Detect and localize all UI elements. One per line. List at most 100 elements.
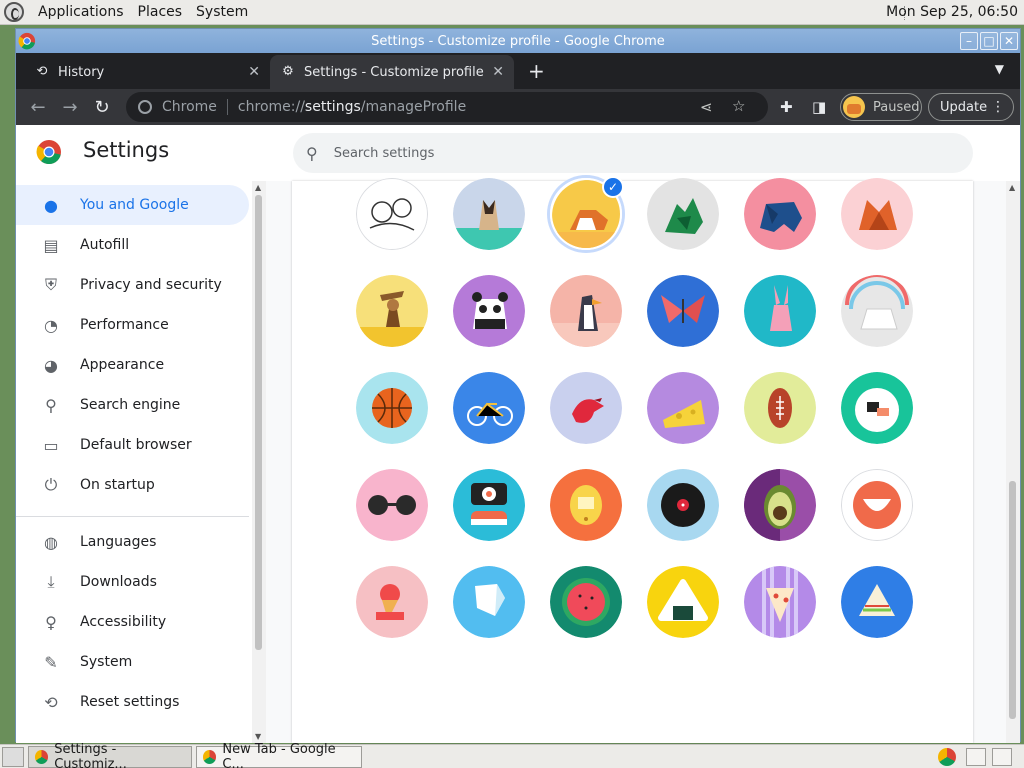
profile-paused-button[interactable]: Paused [840,93,922,121]
clock[interactable]: Mon Sep 25, 06:50 [886,4,1018,20]
scrollbar-thumb[interactable] [1009,481,1016,719]
show-desktop-button[interactable] [2,746,24,767]
sidebar-item-default-browser[interactable]: ▭ Default browser [16,425,249,465]
avatar-option-pizza[interactable] [744,566,816,638]
side-panel-icon[interactable]: ◨ [812,98,826,116]
avatar-option-panda[interactable] [453,275,525,347]
watermelon-icon [550,566,622,638]
avatar-option-smile[interactable] [841,469,913,541]
avatar-option-ice-cream[interactable] [356,566,428,638]
sidebar-item-label: Appearance [80,357,165,373]
sidebar-scrollbar[interactable]: ▲ ▼ [252,181,266,743]
maximize-button[interactable]: □ [980,32,998,50]
sidebar-item-you-and-google[interactable]: ● You and Google [16,185,249,225]
extensions-puzzle-icon[interactable]: ✚ [780,98,793,116]
avatar-option-monkey[interactable] [356,275,428,347]
close-window-button[interactable]: ✕ [1000,32,1018,50]
avatar-option-vinyl[interactable] [647,469,719,541]
bookmark-star-icon[interactable]: ☆ [732,97,745,115]
avatar-option-cheese[interactable] [647,372,719,444]
elephant-icon [744,178,816,250]
avatar-option-note[interactable] [453,566,525,638]
reset-icon: ⟲ [44,692,58,712]
forward-button[interactable]: → [54,97,86,118]
reload-button[interactable]: ↻ [86,97,118,118]
avatar-option-sushi[interactable] [453,469,525,541]
address-bar[interactable]: Chrome chrome://settings/manageProfile ⋖… [126,92,768,122]
sidebar-item-label: Downloads [80,574,157,590]
avatar-option-tamagotchi[interactable] [550,469,622,541]
workspace-1[interactable] [966,748,986,766]
avatar-option-fox[interactable] [841,178,913,250]
avatar-option-sketch[interactable] [356,178,428,250]
window-titlebar[interactable]: Settings - Customize profile - Google Ch… [16,29,1020,53]
close-tab-icon[interactable]: ✕ [248,64,260,80]
places-menu[interactable]: Places [138,4,183,20]
football-icon [744,372,816,444]
share-icon[interactable]: ⋖ [700,98,713,116]
wrench-icon: ✎ [44,652,58,672]
scroll-down-arrow[interactable]: ▼ [255,732,261,741]
bottom-taskbar: Settings - Customiz... New Tab - Google … [0,742,1024,768]
avatar-option-unicorn[interactable] [841,275,913,347]
avatar-option-sandwich[interactable] [841,566,913,638]
avatar-option-basketball[interactable] [356,372,428,444]
update-button[interactable]: Update ⋮ [928,93,1014,121]
page-scrollbar[interactable]: ▲ [1006,181,1020,743]
url-text[interactable]: chrome://settings/manageProfile [238,99,466,115]
site-info-icon[interactable] [138,100,152,114]
system-logo-icon[interactable] [4,2,24,22]
avatar-option-watermelon[interactable] [550,566,622,638]
chrome-tray-icon[interactable] [938,748,956,766]
workspace-2[interactable] [992,748,1012,766]
sidebar-item-on-startup[interactable]: ⏻ On startup [16,465,249,505]
avatar-option-bird[interactable] [550,372,622,444]
rabbit-icon [744,275,816,347]
scroll-up-arrow[interactable]: ▲ [1009,183,1015,192]
avatar-option-sushi-plate[interactable] [841,372,913,444]
search-settings-field[interactable]: ⚲ Search settings [293,133,973,173]
sidebar-item-label: Accessibility [80,614,167,630]
applications-menu[interactable]: Applications [38,4,124,20]
sidebar-item-autofill[interactable]: ▤ Autofill [16,225,249,265]
close-tab-icon[interactable]: ✕ [492,64,504,80]
scroll-up-arrow[interactable]: ▲ [255,183,261,192]
new-tab-button[interactable]: + [528,55,545,89]
scrollbar-thumb[interactable] [255,195,262,650]
avatar-option-bike[interactable] [453,372,525,444]
taskbar-item-new-tab[interactable]: New Tab - Google C... [196,742,362,768]
sidebar-item-languages[interactable]: ◍ Languages [16,522,249,562]
sidebar-item-performance[interactable]: ◔ Performance [16,305,249,345]
sidebar-divider [16,516,249,517]
sidebar-item-system[interactable]: ✎ System [16,642,249,682]
minimize-button[interactable]: – [960,32,978,50]
avatar-option-penguin[interactable] [550,275,622,347]
back-button[interactable]: ← [22,97,54,118]
tab-search-chevron-icon[interactable]: ▼ [995,62,1004,76]
tab-label: Settings - Customize profile [304,64,484,80]
sidebar-item-downloads[interactable]: ⤓ Downloads [16,562,249,602]
sidebar-item-search-engine[interactable]: ⚲ Search engine [16,385,249,425]
avatar-option-dragon[interactable] [647,178,719,250]
system-menu[interactable]: System [196,4,248,20]
sidebar-item-accessibility[interactable]: ♀ Accessibility [16,602,249,642]
person-icon: ● [44,195,58,215]
selected-check-icon: ✓ [602,176,624,198]
avatar-option-cat[interactable] [453,178,525,250]
tab-settings[interactable]: ⚙ Settings - Customize profile ✕ [270,55,514,89]
more-vert-icon[interactable]: ⋮ [991,99,1005,115]
avatar-option-avocado[interactable] [744,469,816,541]
taskbar-item-settings[interactable]: Settings - Customiz... [28,742,192,768]
avatar-option-sunglasses[interactable] [356,469,428,541]
sidebar-item-reset-settings[interactable]: ⟲ Reset settings [16,682,249,722]
avatar-option-butterfly[interactable] [647,275,719,347]
tab-history[interactable]: ⟲ History ✕ [24,55,270,89]
avatar-option-football[interactable] [744,372,816,444]
avatar-option-rabbit[interactable] [744,275,816,347]
avatar-option-elephant[interactable] [744,178,816,250]
sidebar-item-appearance[interactable]: ◕ Appearance [16,345,249,385]
avatar-option-onigiri[interactable] [647,566,719,638]
power-icon: ⏻ [44,475,58,494]
browser-icon: ▭ [43,435,59,455]
sidebar-item-privacy-and-security[interactable]: ⛨ Privacy and security [16,265,249,305]
